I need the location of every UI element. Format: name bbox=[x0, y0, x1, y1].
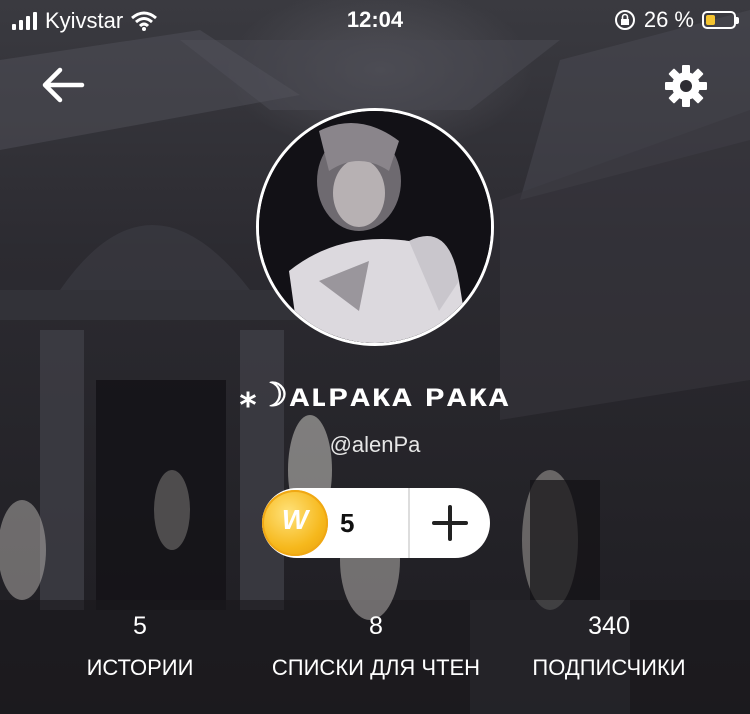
stat-label: СПИСКИ ДЛЯ ЧТЕН bbox=[271, 655, 481, 680]
status-bar: Kyivstar 12:04 26 % bbox=[0, 0, 750, 42]
stat-value: 5 bbox=[133, 612, 147, 640]
gear-icon bbox=[665, 65, 707, 107]
stat-followers[interactable]: 340 ПОДПИСЧИКИ bbox=[518, 612, 700, 681]
battery-percent: 26 % bbox=[643, 7, 694, 32]
avatar-photo bbox=[259, 111, 491, 343]
stat-label: ИСТОРИИ bbox=[86, 655, 194, 680]
arrow-left-icon bbox=[42, 67, 85, 103]
back-button[interactable] bbox=[38, 60, 88, 110]
stat-stories[interactable]: 5 ИСТОРИИ bbox=[60, 612, 220, 681]
stat-value: 340 bbox=[588, 612, 630, 640]
coin-icon[interactable]: W bbox=[262, 490, 328, 556]
stat-value: 8 bbox=[369, 612, 383, 640]
coins-widget: W 5 bbox=[262, 488, 490, 558]
orientation-lock-icon bbox=[614, 10, 635, 30]
profile-screen: Kyivstar 12:04 26 % ⁎☽ᴀʟᴘᴀᴋᴀ ᴘᴀᴋᴀ @alenP… bbox=[0, 0, 750, 714]
battery-icon bbox=[702, 11, 739, 29]
stat-label: ПОДПИСЧИКИ bbox=[532, 655, 686, 680]
username: @alenPa bbox=[329, 432, 421, 457]
status-right: 26 % bbox=[614, 7, 739, 33]
settings-button[interactable] bbox=[662, 62, 710, 110]
avatar[interactable] bbox=[256, 108, 494, 346]
profile-stats: 5 ИСТОРИИ 8 СПИСКИ ДЛЯ ЧТЕН 340 ПОДПИСЧИ… bbox=[0, 612, 750, 682]
display-name: ⁎☽ᴀʟᴘᴀᴋᴀ ᴘᴀᴋᴀ bbox=[239, 376, 511, 413]
add-coins-button[interactable] bbox=[410, 488, 490, 558]
stat-reading-lists[interactable]: 8 СПИСКИ ДЛЯ ЧТЕН bbox=[258, 612, 494, 681]
coin-letter: W bbox=[281, 504, 309, 535]
coin-count: 5 bbox=[340, 508, 355, 538]
